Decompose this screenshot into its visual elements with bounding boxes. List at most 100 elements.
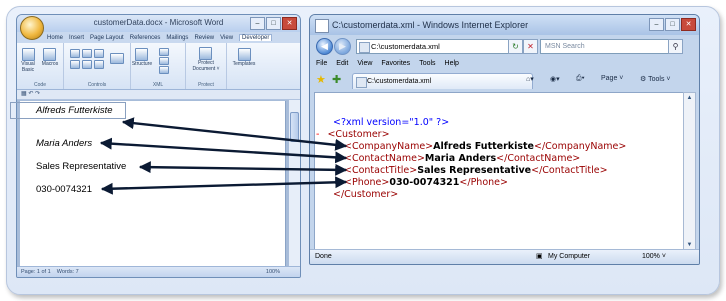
home-icon[interactable]: ⌂▾ — [526, 75, 534, 83]
status-zoom[interactable]: 100% — [266, 267, 280, 277]
menu-help[interactable]: Help — [445, 60, 459, 67]
minimize-icon[interactable]: – — [250, 17, 265, 30]
xml-close-tag: </ContactTitle> — [531, 165, 608, 176]
maximize-icon[interactable]: □ — [266, 17, 281, 30]
xml-root-close-tag: </Customer> — [333, 189, 399, 200]
tools-menu-label: Tools ˅ — [648, 76, 671, 83]
xml-line-phone: <Phone>030-0074321</Phone> — [344, 177, 508, 188]
xml-line-company: <CompanyName>Alfreds Futterkiste</Compan… — [344, 141, 626, 152]
tab-label: C:\customerdata.xml — [367, 78, 432, 85]
word-ribbon-tabs: Home Insert Page Layout References Maili… — [17, 32, 300, 43]
close-icon[interactable]: ✕ — [282, 17, 297, 30]
status-words: Words: 7 — [56, 269, 79, 275]
protect-document-icon[interactable] — [199, 47, 212, 60]
xml-line-title: <ContactTitle>Sales Representative</Cont… — [344, 165, 608, 176]
ie-window-controls: – □ ✕ — [649, 18, 696, 31]
menu-favorites[interactable]: Favorites — [381, 60, 410, 67]
doc-line-title[interactable]: Sales Representative — [36, 161, 126, 172]
tab-review[interactable]: Review — [194, 35, 214, 41]
undo-icon[interactable]: ↶ — [28, 91, 33, 97]
minimize-icon[interactable]: – — [649, 18, 664, 31]
dropdown-control-icon[interactable] — [82, 60, 92, 69]
save-icon[interactable]: ▦ — [21, 91, 27, 97]
page-menu[interactable]: Page ˅ — [601, 75, 623, 82]
xml-declaration: <?xml version="1.0" ?> — [333, 117, 450, 128]
schema-icon[interactable] — [159, 48, 169, 56]
picture-control-icon[interactable] — [94, 49, 104, 58]
doc-line-contact[interactable]: Maria Anders — [36, 138, 92, 149]
collapse-toggle[interactable]: - — [316, 129, 319, 140]
status-done: Done — [315, 253, 332, 260]
menu-edit[interactable]: Edit — [336, 60, 348, 67]
ribbon-group-templates: Templates — [227, 43, 263, 89]
expansion-packs-icon[interactable] — [159, 66, 169, 74]
xml-open-tag: <CompanyName> — [344, 141, 434, 152]
ribbon-group-controls: Controls — [64, 43, 131, 89]
tab-view[interactable]: View — [220, 35, 233, 41]
close-icon[interactable]: ✕ — [681, 18, 696, 31]
address-text: C:\customerdata.xml — [371, 42, 440, 51]
structure-icon[interactable] — [135, 48, 148, 61]
search-icon[interactable]: ⚲ — [668, 39, 683, 54]
refresh-icon[interactable]: ↻ — [508, 39, 523, 54]
tools-menu[interactable]: ⚙ Tools ˅ — [640, 75, 670, 83]
rich-text-control-icon[interactable] — [70, 49, 80, 58]
ie-vertical-scrollbar[interactable]: ▲ ▼ — [683, 92, 696, 251]
add-favorites-icon[interactable]: ✚ — [332, 74, 341, 86]
xml-value: Sales Representative — [417, 165, 532, 176]
menu-tools[interactable]: Tools — [419, 60, 435, 67]
scroll-up-icon[interactable]: ▲ — [684, 93, 695, 103]
transformation-icon[interactable] — [159, 57, 169, 65]
vertical-scrollbar[interactable] — [288, 100, 300, 267]
xml-root-open: <Customer> — [327, 129, 390, 140]
forward-icon[interactable]: ▶ — [334, 38, 351, 55]
menu-file[interactable]: File — [316, 60, 327, 67]
computer-icon: ▣ — [536, 253, 543, 260]
date-picker-control-icon[interactable] — [94, 60, 104, 69]
redo-icon[interactable]: ↷ — [35, 91, 40, 97]
group-label-protect: Protect — [198, 82, 214, 88]
menu-view[interactable]: View — [357, 60, 372, 67]
page-menu-label: Page ˅ — [601, 75, 624, 82]
xml-root-close: </Customer> — [333, 189, 398, 200]
tab-customerdata[interactable]: C:\customerdata.xml — [352, 73, 533, 89]
doc-line-phone[interactable]: 030-0074321 — [36, 184, 92, 195]
address-row: ◀ ▶ C:\customerdata.xml ▼ ↻ ✕ MSN Search… — [310, 35, 699, 57]
search-input[interactable]: MSN Search — [540, 39, 670, 54]
stop-icon[interactable]: ✕ — [523, 39, 538, 54]
office-button[interactable] — [20, 16, 44, 40]
plain-text-control-icon[interactable] — [82, 49, 92, 58]
tab-home[interactable]: Home — [47, 35, 63, 41]
maximize-icon[interactable]: □ — [665, 18, 680, 31]
group-label-code: Code — [34, 82, 46, 88]
macros-label: Macros — [41, 61, 59, 67]
page-icon — [315, 19, 329, 33]
xml-open-tag: <ContactName> — [344, 153, 425, 164]
tab-insert[interactable]: Insert — [69, 35, 84, 41]
design-mode-icon[interactable] — [110, 53, 124, 64]
tab-mailings[interactable]: Mailings — [166, 35, 188, 41]
scrollbar-thumb[interactable] — [290, 112, 299, 142]
doc-line-company[interactable]: Alfreds Futterkiste — [36, 105, 113, 116]
macros-icon[interactable] — [43, 48, 56, 61]
document-template-icon[interactable] — [238, 48, 251, 61]
visual-basic-icon[interactable] — [22, 48, 35, 61]
status-zone: My Computer — [548, 253, 591, 260]
xml-line-contact: <ContactName>Maria Anders</ContactName> — [344, 153, 580, 164]
word-ribbon: Visual Basic Macros Code Controls Struct… — [17, 43, 300, 90]
feeds-icon[interactable]: ◉▾ — [550, 75, 560, 83]
page-icon — [359, 42, 370, 53]
combo-box-control-icon[interactable] — [70, 60, 80, 69]
group-label-xml: XML — [152, 82, 164, 88]
word-title-bar: customerData.docx - Microsoft Word – □ ✕ — [17, 15, 300, 32]
status-zoom[interactable]: 100% ˅ — [642, 250, 666, 264]
tab-page-layout[interactable]: Page Layout — [90, 35, 124, 41]
tab-references[interactable]: References — [130, 35, 161, 41]
back-icon[interactable]: ◀ — [316, 38, 333, 55]
word-status-bar: Page: 1 of 1 Words: 7 100% — [17, 266, 300, 277]
favorites-star-icon[interactable]: ★ — [316, 74, 326, 86]
xml-root-open-line: - <Customer> — [316, 129, 390, 140]
tab-developer[interactable]: Developer — [239, 34, 273, 41]
print-icon[interactable]: ⎙▾ — [576, 75, 585, 83]
structure-label: Structure — [131, 61, 153, 67]
